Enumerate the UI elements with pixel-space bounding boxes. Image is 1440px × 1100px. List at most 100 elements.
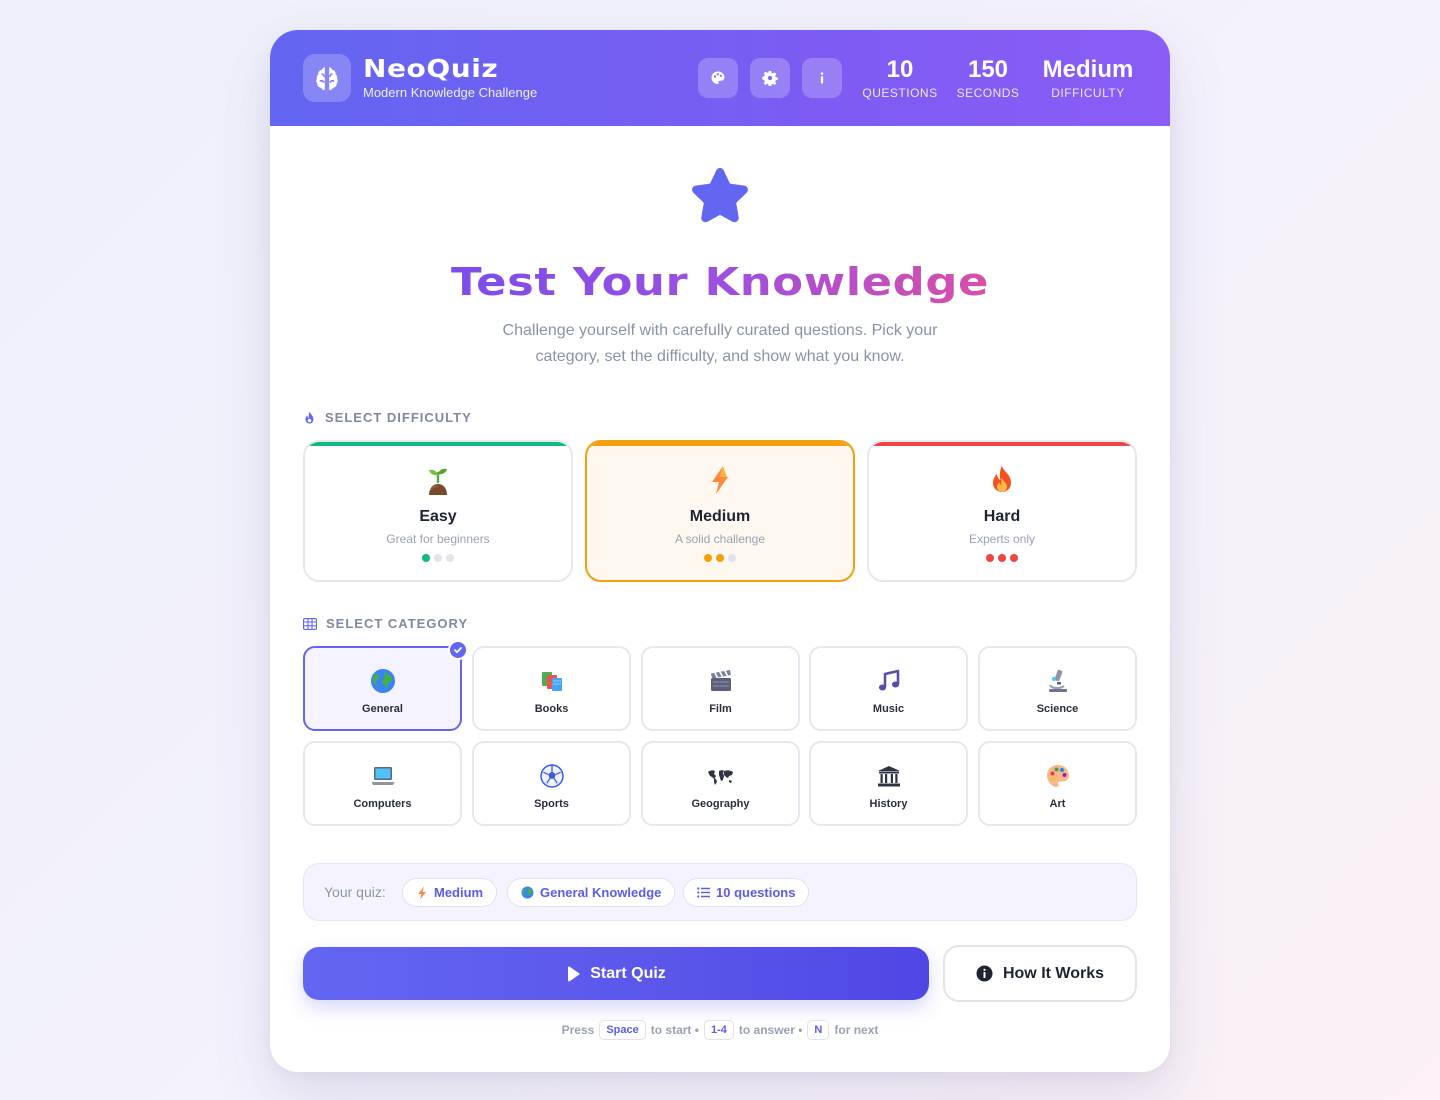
globe-icon [370,669,395,693]
difficulty-option-easy[interactable]: Easy Great for beginners [303,440,573,582]
flame-icon [305,411,314,423]
key-space: Space [599,1020,646,1040]
stat-label: SECONDS [956,86,1020,100]
difficulty-desc: Great for beginners [386,532,490,546]
category-computers[interactable]: Computers [303,741,462,826]
difficulty-accent-bar [305,442,571,446]
difficulty-option-medium[interactable]: Medium A solid challenge [585,440,855,582]
difficulty-option-hard[interactable]: Hard Experts only [867,440,1137,582]
stat-label: QUESTIONS [862,86,938,100]
chip-text: 10 questions [716,885,796,900]
clapperboard-icon [710,670,731,691]
info-button[interactable] [802,58,842,98]
palette-icon [711,71,725,84]
lightning-icon [418,886,426,899]
difficulty-name: Hard [983,508,1021,525]
logo [303,54,351,102]
music-note-icon [878,669,899,691]
category-name: Sports [534,798,569,810]
difficulty-level-dots [869,554,1135,562]
quiz-summary: Your quiz: Medium General Knowledge 10 q… [303,863,1137,921]
level-dot [728,554,736,562]
category-film[interactable]: Film [641,646,800,731]
key-next: N [807,1020,830,1040]
books-icon [541,672,562,691]
category-name: Computers [353,798,412,810]
category-general[interactable]: General [303,640,468,731]
difficulty-accent-bar [587,442,853,446]
hint-text: to start • [650,1023,699,1037]
category-sports[interactable]: Sports [472,741,631,826]
difficulty-label-text: SELECT DIFFICULTY [325,410,472,425]
category-name: Science [1036,703,1079,715]
category-art[interactable]: Art [978,741,1137,826]
grid-icon [303,617,317,630]
play-icon [568,965,580,982]
stat-difficulty: Medium DIFFICULTY [1036,56,1140,100]
keyboard-shortcuts-hint: Press Space to start • 1-4 to answer • N… [270,1020,1170,1040]
difficulty-level-dots [305,554,571,562]
theme-button[interactable] [698,58,738,98]
start-quiz-button[interactable]: Start Quiz [303,947,929,1000]
category-name: Geography [691,798,750,810]
category-name: Books [534,703,569,715]
classical-building-icon [877,766,900,787]
selected-check-icon [448,640,468,660]
laptop-icon [371,767,394,785]
category-name: General [362,703,403,715]
summary-chip-category: General Knowledge [507,878,676,907]
app-subtitle: Modern Knowledge Challenge [363,85,538,100]
level-dot [422,554,430,562]
chip-text: Medium [434,885,484,900]
settings-button[interactable] [750,58,790,98]
how-it-works-button[interactable]: How It Works [943,945,1137,1002]
microscope-icon [1048,669,1067,692]
hint-text: for next [834,1023,879,1037]
category-name: Art [1049,798,1066,810]
stat-value: 150 [967,56,1009,83]
hero-title: Test Your Knowledge [270,256,1170,308]
difficulty-section-label: SELECT DIFFICULTY [303,410,472,425]
chip-text: General Knowledge [540,885,662,900]
level-dot [1010,554,1018,562]
category-label-text: SELECT CATEGORY [326,616,469,631]
hint-text: Press [561,1023,595,1037]
info-circle-icon [976,965,993,982]
category-geography[interactable]: Geography [641,741,800,826]
category-name: Music [872,703,905,715]
artist-palette-icon [1046,765,1069,787]
level-dot [434,554,442,562]
level-dot [986,554,994,562]
category-section-label: SELECT CATEGORY [303,616,468,631]
category-name: Film [709,703,732,715]
lightning-icon [712,466,728,494]
level-dot [704,554,712,562]
hero-title-text: Test Your Knowledge [451,256,989,308]
difficulty-desc: Experts only [968,532,1036,546]
stat-seconds: 150 SECONDS [948,56,1028,100]
seedling-icon [429,468,447,495]
quiz-card: NeoQuiz Modern Knowledge Challenge 10 QU… [270,30,1170,1072]
category-history[interactable]: History [809,741,968,826]
list-icon [697,887,710,898]
category-science[interactable]: Science [978,646,1137,731]
difficulty-accent-bar [869,442,1135,446]
category-books[interactable]: Books [472,646,631,731]
stat-value: 10 [886,56,914,83]
app-title: NeoQuiz [363,54,499,83]
stat-questions: 10 QUESTIONS [860,56,940,100]
category-name: History [869,798,908,810]
stat-value: Medium [1042,56,1134,83]
key-answer: 1-4 [703,1020,734,1040]
summary-chip-questions: 10 questions [683,878,810,907]
world-map-icon [707,770,733,785]
level-dot [998,554,1006,562]
difficulty-desc: A solid challenge [674,532,766,546]
app-header: NeoQuiz Modern Knowledge Challenge 10 QU… [270,30,1170,126]
level-dot [716,554,724,562]
start-quiz-label: Start Quiz [590,964,666,982]
summary-label: Your quiz: [324,884,386,900]
hint-text: to answer • [738,1023,803,1037]
hero-description: Challenge yourself with carefully curate… [502,322,938,365]
category-music[interactable]: Music [809,646,968,731]
